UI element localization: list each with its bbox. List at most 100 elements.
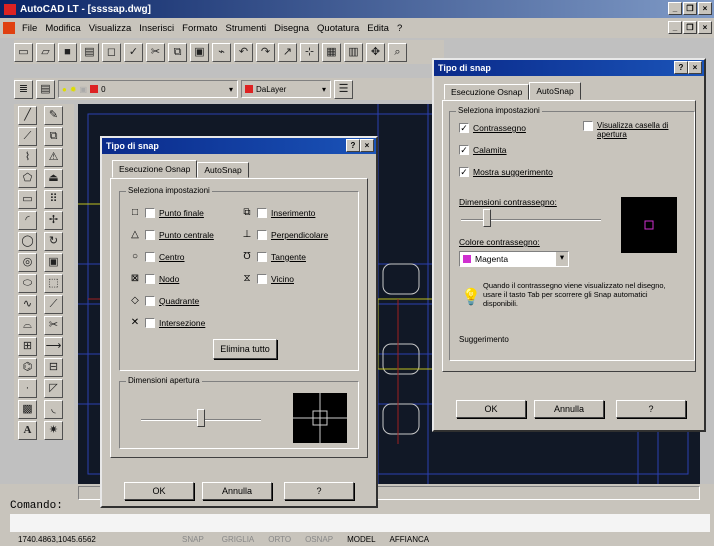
checkbox[interactable] xyxy=(145,251,155,262)
tab-autosnap[interactable]: AutoSnap xyxy=(529,82,581,100)
minimize-button[interactable]: _ xyxy=(668,2,682,15)
document-icon[interactable] xyxy=(3,22,15,34)
fillet-icon[interactable]: ◟ xyxy=(44,400,63,419)
offset-icon[interactable]: ⏏ xyxy=(44,169,63,188)
copy-icon[interactable]: ⧉ xyxy=(168,42,187,62)
checkbox-checked[interactable]: ✓ xyxy=(459,145,469,155)
insert-block-icon[interactable]: ⊞ xyxy=(18,337,37,356)
explode-icon[interactable]: ✷ xyxy=(44,421,63,440)
pick-icon[interactable]: ↗ xyxy=(278,42,297,62)
marker-size-slider-track[interactable] xyxy=(461,219,601,221)
menu-visualizza[interactable]: Visualizza xyxy=(89,23,132,34)
option-magnet[interactable]: ✓ Calamita xyxy=(459,145,507,155)
lengthen-icon[interactable]: ⟋ xyxy=(44,295,63,314)
option-tangent[interactable]: Ʊ Tangente xyxy=(241,251,306,262)
arc-icon[interactable]: ◜ xyxy=(18,211,37,230)
checkbox[interactable] xyxy=(257,229,267,240)
pan-icon[interactable]: ✥ xyxy=(366,42,385,62)
extend-icon[interactable]: ⟶ xyxy=(44,337,63,356)
checkbox[interactable] xyxy=(145,317,155,328)
checkbox[interactable] xyxy=(145,295,155,306)
save-icon[interactable]: ■ xyxy=(58,42,77,62)
polyline-icon[interactable]: ⌇ xyxy=(18,148,37,167)
help-button[interactable]: ? xyxy=(616,400,686,418)
cut-icon[interactable]: ✂ xyxy=(146,42,165,62)
help-icon[interactable]: ? xyxy=(346,139,360,152)
zoom-icon[interactable]: ⌕ xyxy=(388,42,407,62)
new-file-icon[interactable]: ▭ xyxy=(14,42,33,62)
layout-icon[interactable]: ▥ xyxy=(344,42,363,62)
array-icon[interactable]: ⠿ xyxy=(44,190,63,209)
match-properties-icon[interactable]: ⌁ xyxy=(212,42,231,62)
tab-esecuzione-osnap[interactable]: Esecuzione Osnap xyxy=(112,160,198,178)
spline-icon[interactable]: ∿ xyxy=(18,295,37,314)
tile-toggle[interactable]: AFFIANCA xyxy=(386,535,434,544)
ok-button[interactable]: OK xyxy=(124,482,194,500)
checkbox-checked[interactable]: ✓ xyxy=(459,167,469,177)
option-intersection[interactable]: ✕ Intersezione xyxy=(129,317,206,328)
print-icon[interactable]: ▤ xyxy=(80,42,99,62)
open-file-icon[interactable]: ▱ xyxy=(36,42,55,62)
aperture-slider-thumb[interactable] xyxy=(197,409,205,427)
preview-icon[interactable]: ◻ xyxy=(102,42,121,62)
checkbox-checked[interactable]: ✓ xyxy=(459,123,469,133)
linetype-icon[interactable]: ☰ xyxy=(334,79,353,99)
option-midpoint[interactable]: △ Punto centrale xyxy=(129,229,214,240)
trim-icon[interactable]: ✂ xyxy=(44,316,63,335)
checkbox[interactable] xyxy=(257,207,267,218)
clear-all-button[interactable]: Elimina tutto xyxy=(213,339,277,359)
polygon-icon[interactable]: ⬠ xyxy=(18,169,37,188)
rotate-icon[interactable]: ↻ xyxy=(44,232,63,251)
cancel-button[interactable]: Annulla xyxy=(534,400,604,418)
close-icon[interactable]: × xyxy=(688,61,702,74)
checkbox[interactable] xyxy=(145,273,155,284)
osnap-toggle[interactable]: OSNAP xyxy=(301,535,337,544)
tab-esecuzione-osnap[interactable]: Esecuzione Osnap xyxy=(444,84,530,100)
menu-edita[interactable]: Edita xyxy=(367,23,389,34)
scale-icon[interactable]: ▣ xyxy=(44,253,63,272)
checkbox[interactable] xyxy=(583,121,593,131)
layer-state-icon[interactable]: ▤ xyxy=(36,79,55,99)
point-icon[interactable]: · xyxy=(18,379,37,398)
option-marker[interactable]: ✓ Contrassegno xyxy=(459,123,526,133)
menu-modifica[interactable]: Modifica xyxy=(45,23,80,34)
close-icon[interactable]: × xyxy=(360,139,374,152)
menu-formato[interactable]: Formato xyxy=(182,23,217,34)
menu-file[interactable]: File xyxy=(22,23,37,34)
checkbox[interactable] xyxy=(257,273,267,284)
layer-dropdown[interactable]: ● ✹ ▣ 0 ▾ xyxy=(58,80,238,98)
break-icon[interactable]: ⊟ xyxy=(44,358,63,377)
checkbox[interactable] xyxy=(257,251,267,262)
snap-icon[interactable]: ⊹ xyxy=(300,42,319,62)
option-aperture-box[interactable]: Visualizza casella di apertura xyxy=(583,121,687,139)
option-node[interactable]: ⊠ Nodo xyxy=(129,273,180,284)
checkbox[interactable] xyxy=(145,207,155,218)
paste-icon[interactable]: ▣ xyxy=(190,42,209,62)
move-icon[interactable]: ✢ xyxy=(44,211,63,230)
rectangle-icon[interactable]: ▭ xyxy=(18,190,37,209)
undo-icon[interactable]: ↶ xyxy=(234,42,253,62)
doc-minimize-button[interactable]: _ xyxy=(668,21,682,34)
option-nearest[interactable]: ⧖ Vicino xyxy=(241,273,294,284)
option-center[interactable]: ○ Centro xyxy=(129,251,185,262)
close-button[interactable]: × xyxy=(698,2,712,15)
menu-disegna[interactable]: Disegna xyxy=(274,23,309,34)
text-icon[interactable]: A xyxy=(18,421,37,440)
erase-icon[interactable]: ✎ xyxy=(44,106,63,125)
help-button[interactable]: ? xyxy=(284,482,354,500)
option-endpoint[interactable]: □ Punto finale xyxy=(129,207,204,218)
color-dropdown[interactable]: DaLayer ▾ xyxy=(241,80,331,98)
spell-icon[interactable]: ✓ xyxy=(124,42,143,62)
command-input[interactable] xyxy=(10,514,710,532)
checkbox[interactable] xyxy=(145,229,155,240)
menu-quotatura[interactable]: Quotatura xyxy=(317,23,359,34)
circle-icon[interactable]: ◯ xyxy=(18,232,37,251)
redo-icon[interactable]: ↷ xyxy=(256,42,275,62)
marker-size-slider-thumb[interactable] xyxy=(483,209,491,227)
ellipse-arc-icon[interactable]: ⌓ xyxy=(18,316,37,335)
snap-toggle[interactable]: SNAP xyxy=(174,535,212,544)
tab-autosnap[interactable]: AutoSnap xyxy=(197,162,249,178)
model-toggle[interactable]: MODEL xyxy=(343,535,379,544)
line-icon[interactable]: ╱ xyxy=(18,106,37,125)
mirror-icon[interactable]: ⚠ xyxy=(44,148,63,167)
